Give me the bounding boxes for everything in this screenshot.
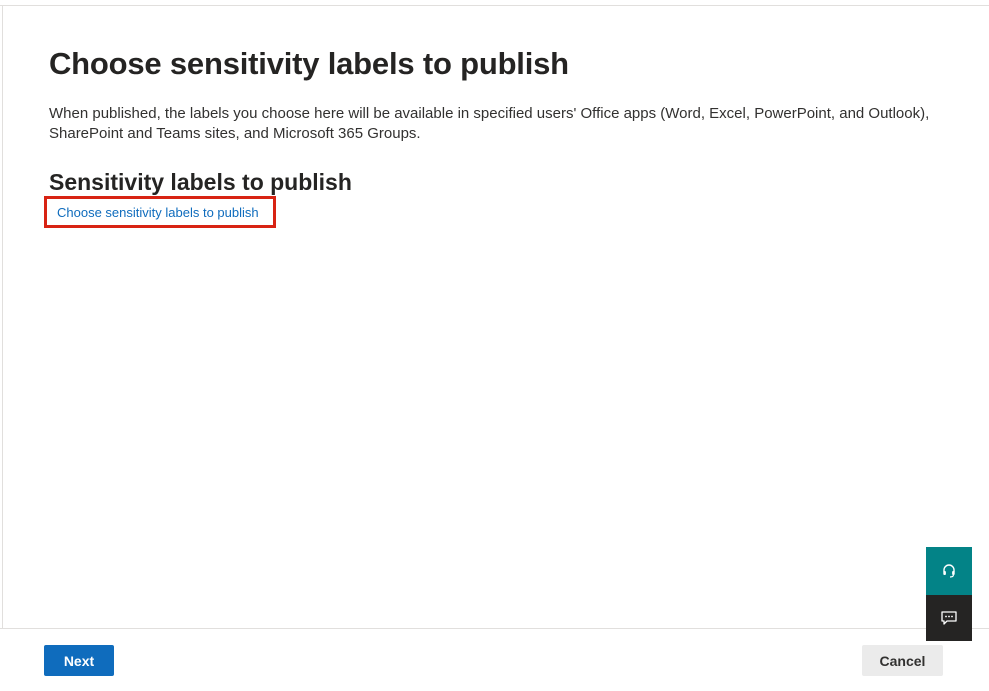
help-button[interactable] xyxy=(926,547,972,595)
next-button[interactable]: Next xyxy=(44,645,114,676)
page-description: When published, the labels you choose he… xyxy=(49,105,930,142)
wizard-panel: Choose sensitivity labels to publish Whe… xyxy=(0,0,989,691)
main-content: Choose sensitivity labels to publish Whe… xyxy=(49,42,949,197)
footer-divider xyxy=(0,628,989,629)
side-tools xyxy=(926,547,972,641)
choose-labels-link[interactable]: Choose sensitivity labels to publish xyxy=(57,204,259,221)
cancel-button[interactable]: Cancel xyxy=(862,645,943,676)
headset-icon xyxy=(941,563,957,579)
chat-feedback-icon xyxy=(940,610,958,626)
section-heading: Sensitivity labels to publish xyxy=(49,169,352,195)
top-border xyxy=(0,5,989,6)
left-border xyxy=(2,5,3,628)
feedback-button[interactable] xyxy=(926,595,972,641)
page-title: Choose sensitivity labels to publish xyxy=(49,46,569,81)
